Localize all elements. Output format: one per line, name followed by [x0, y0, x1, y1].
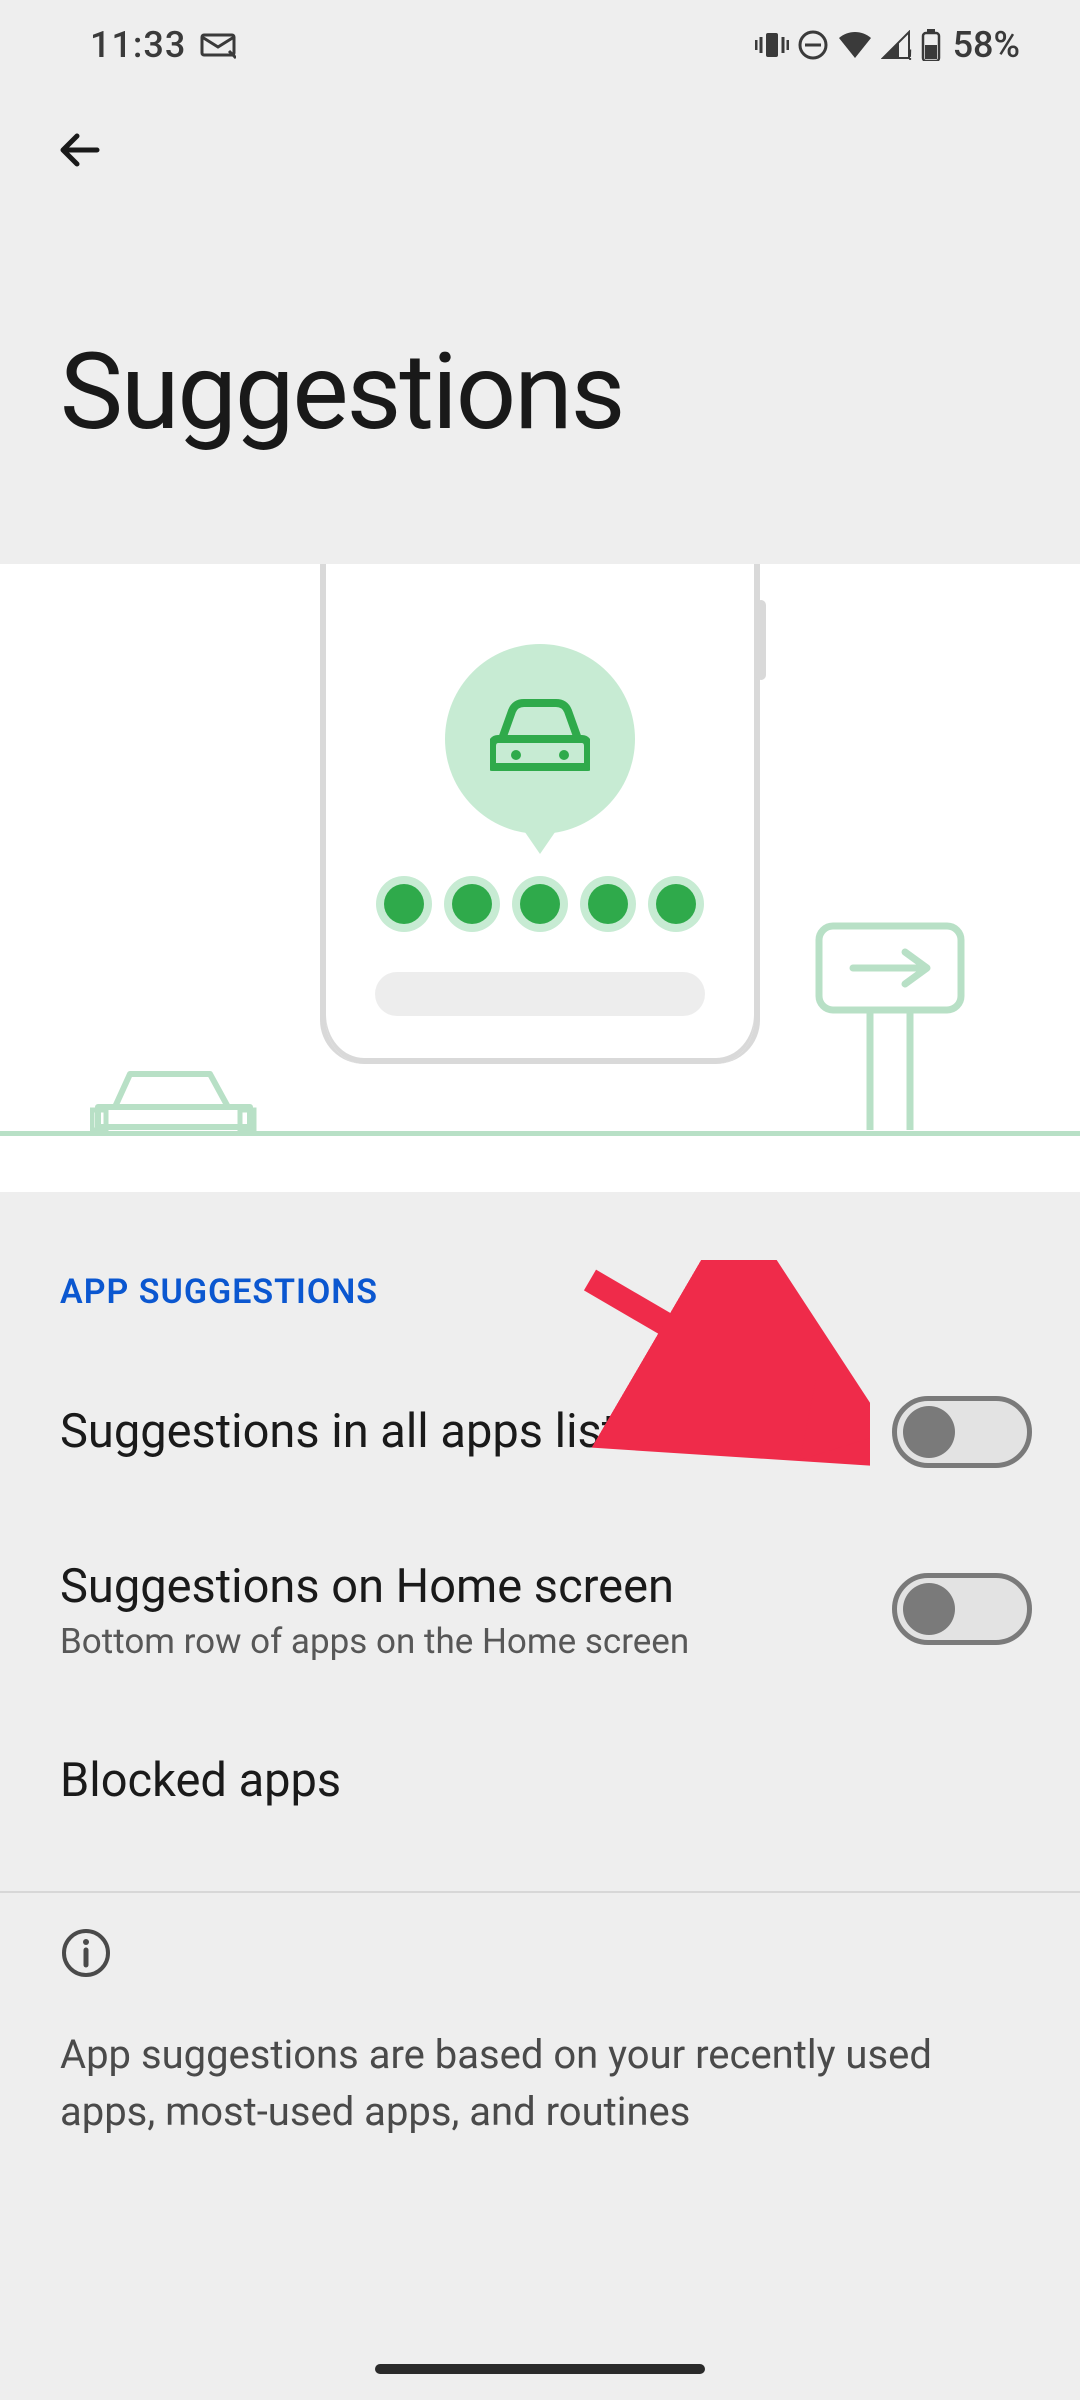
search-pill — [375, 972, 705, 1016]
info-block: App suggestions are based on your recent… — [0, 1893, 1080, 2181]
dock-dot — [656, 884, 696, 924]
item-text: Blocked apps — [60, 1750, 341, 1811]
item-title: Blocked apps — [60, 1750, 341, 1811]
item-suggestions-home[interactable]: Suggestions on Home screen Bottom row of… — [0, 1512, 1080, 1706]
gesture-handle[interactable] — [375, 2364, 705, 2374]
item-text: Suggestions in all apps list — [60, 1401, 617, 1462]
toggle-suggestions-all-apps[interactable] — [892, 1396, 1032, 1468]
toggle-suggestions-home[interactable] — [892, 1573, 1032, 1645]
item-subtitle: Bottom row of apps on the Home screen — [60, 1621, 689, 1662]
battery-percentage: 58% — [953, 24, 1020, 66]
item-title: Suggestions in all apps list — [60, 1401, 617, 1462]
dock-dot — [452, 884, 492, 924]
dnd-icon — [797, 29, 829, 61]
illustration — [0, 564, 1080, 1144]
section-label: APP SUGGESTIONS — [0, 1192, 1080, 1352]
status-right: ! 58% — [755, 24, 1020, 66]
item-blocked-apps[interactable]: Blocked apps — [0, 1706, 1080, 1867]
dock-dots — [340, 884, 740, 924]
battery-icon — [921, 29, 941, 61]
dock-dot — [520, 884, 560, 924]
gap — [0, 1144, 1080, 1192]
back-button[interactable] — [40, 110, 120, 190]
app-bar — [0, 90, 1080, 210]
voicemail-icon — [200, 31, 236, 59]
car-icon — [490, 699, 590, 779]
item-suggestions-all-apps[interactable]: Suggestions in all apps list — [0, 1352, 1080, 1512]
item-text: Suggestions on Home screen Bottom row of… — [60, 1556, 689, 1662]
info-text: App suggestions are based on your recent… — [60, 2027, 1020, 2141]
phone-mock — [320, 564, 760, 1064]
info-icon — [60, 1927, 1020, 1983]
dock-dot — [384, 884, 424, 924]
item-title: Suggestions on Home screen — [60, 1556, 689, 1617]
status-left: 11:33 — [90, 24, 236, 66]
sign-icon — [815, 922, 965, 1132]
vibrate-icon — [755, 30, 789, 60]
signal-icon: ! — [881, 30, 913, 60]
status-bar: 11:33 — [0, 0, 1080, 90]
svg-text:!: ! — [908, 46, 912, 60]
bubble-tail — [518, 822, 562, 854]
dock-dot — [588, 884, 628, 924]
status-time: 11:33 — [90, 24, 186, 66]
car-outline-icon — [90, 1052, 260, 1132]
wifi-icon — [837, 30, 873, 60]
back-arrow-icon — [53, 123, 107, 177]
page-title: Suggestions — [0, 210, 1080, 564]
suggestion-bubble — [445, 644, 635, 834]
